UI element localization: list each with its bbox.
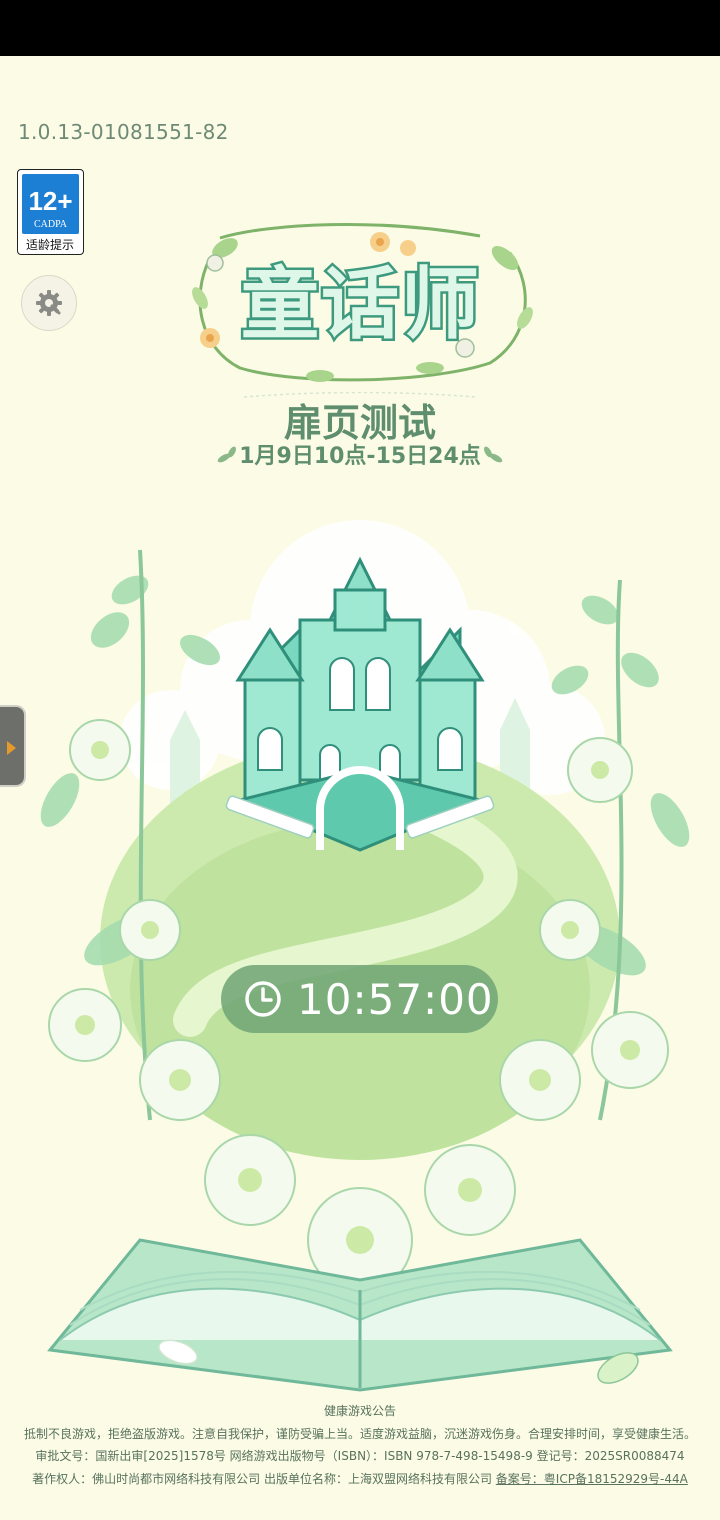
copyright-info: 著作权人：佛山时尚都市网络科技有限公司 出版单位名称：上海双盟网络科技有限公司 [32, 1471, 492, 1486]
settings-gear-icon [36, 290, 62, 316]
storybook-illustration [40, 520, 690, 1392]
age-rating-label: 适龄提示 [25, 238, 74, 252]
footer: 健康游戏公告 抵制不良游戏，拒绝盗版游戏。注意自我保护，谨防受骗上当。适度游戏益… [0, 1400, 720, 1490]
countdown-time: 10:57:00 [297, 975, 494, 1024]
age-rating-block: 12+ CADPA [22, 174, 79, 234]
event-dates: 1月9日10点-15日24点 [239, 444, 481, 469]
age-rating-number: 12+ [28, 186, 73, 216]
status-bar [0, 0, 720, 56]
version-text: 1.0.13-01081551-82 [18, 120, 229, 144]
event-panel: 扉页测试 1月9日10点-15日24点 [214, 392, 506, 476]
settings-button[interactable] [21, 275, 77, 331]
game-logo: 童话师 [180, 218, 540, 386]
logo-title: 童话师 [238, 258, 481, 353]
clock-icon [245, 981, 281, 1017]
health-notice-text: 抵制不良游戏，拒绝盗版游戏。注意自我保护，谨防受骗上当。适度游戏益脑，沉迷游戏伤… [23, 1426, 696, 1441]
approval-info: 审批文号：国新出审[2025]1578号 网络游戏出版物号（ISBN）：ISBN… [35, 1449, 685, 1463]
health-notice-title: 健康游戏公告 [323, 1404, 396, 1418]
countdown-timer: 10:57:00 [221, 965, 498, 1033]
age-rating-org: CADPA [34, 219, 67, 230]
age-rating-badge[interactable]: 12+ CADPA 适龄提示 [17, 169, 84, 255]
icp-link[interactable]: 备案号：粤ICP备18152929号-44A [496, 1472, 688, 1486]
copyright-line: 著作权人：佛山时尚都市网络科技有限公司 出版单位名称：上海双盟网络科技有限公司 … [0, 1468, 720, 1491]
